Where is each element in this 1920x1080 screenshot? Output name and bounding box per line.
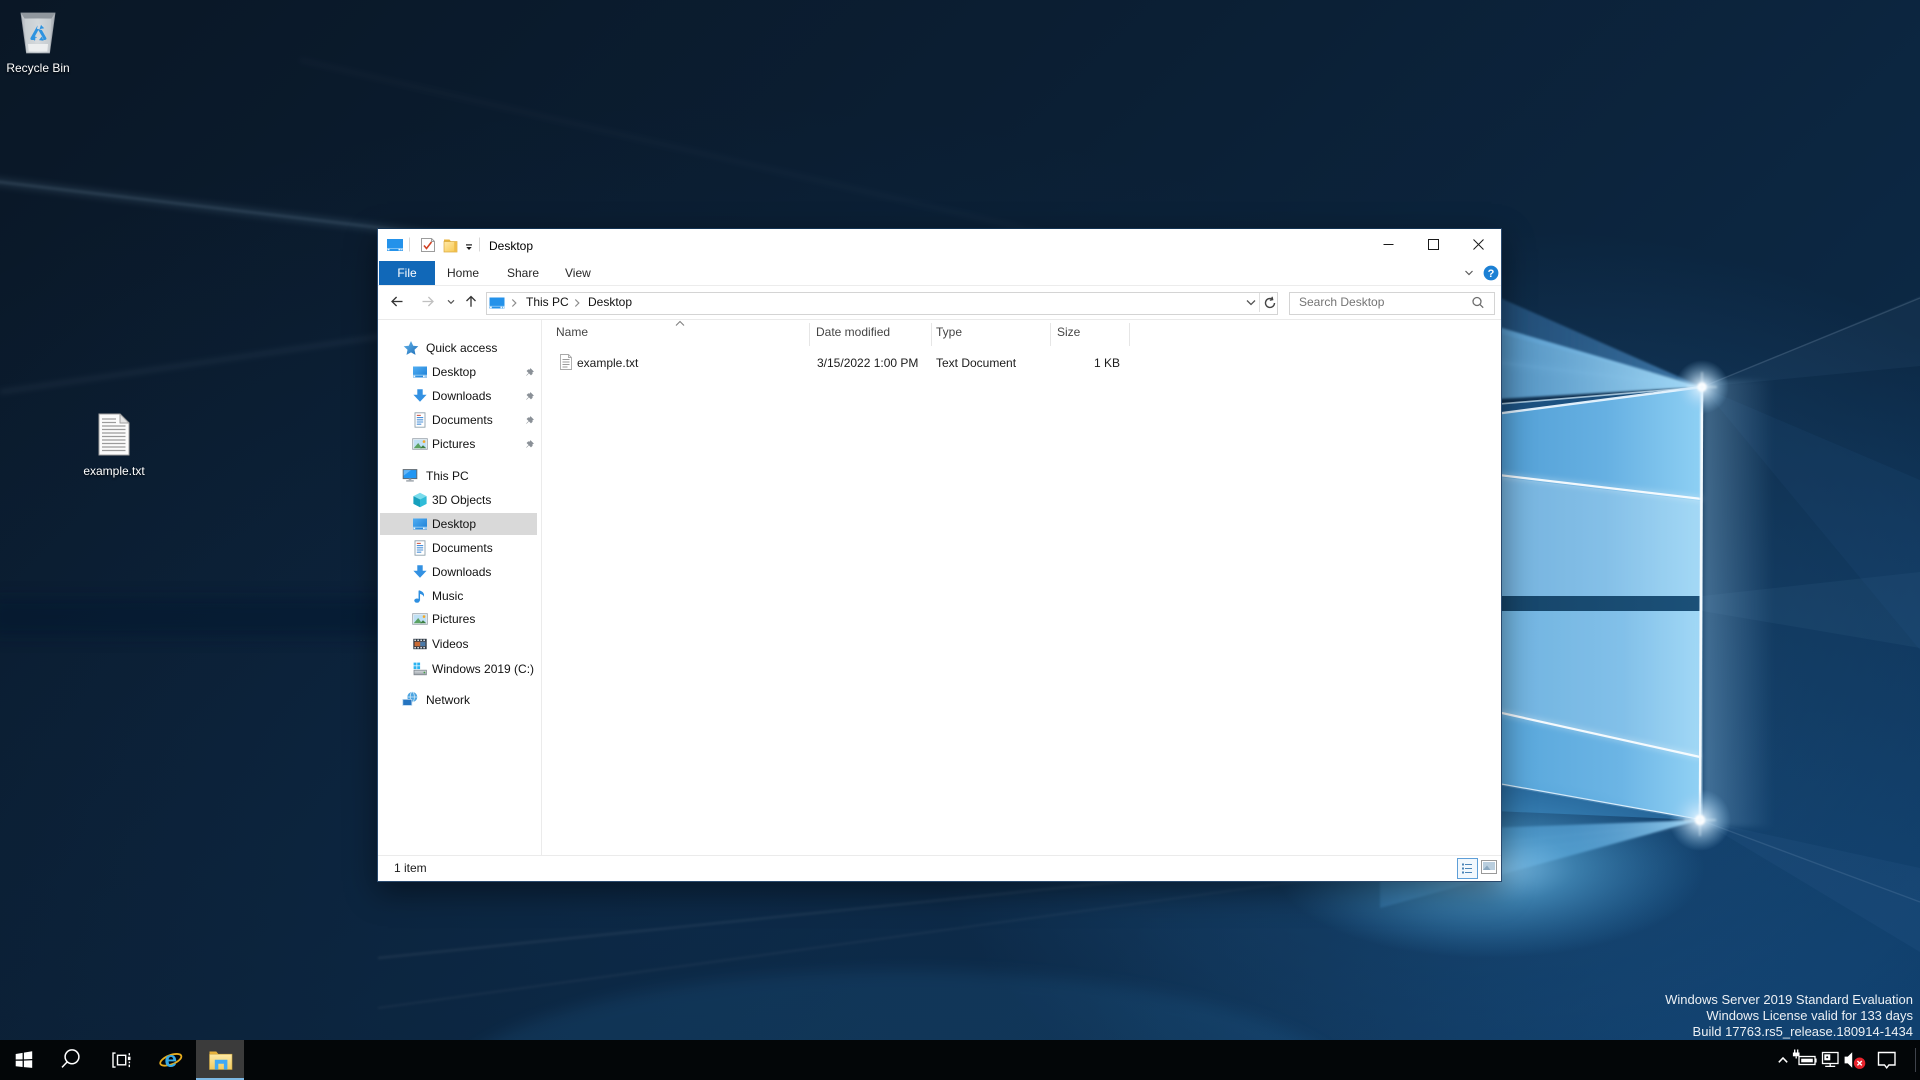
svg-text:e: e — [164, 1047, 177, 1072]
svg-text:?: ? — [1488, 268, 1495, 280]
